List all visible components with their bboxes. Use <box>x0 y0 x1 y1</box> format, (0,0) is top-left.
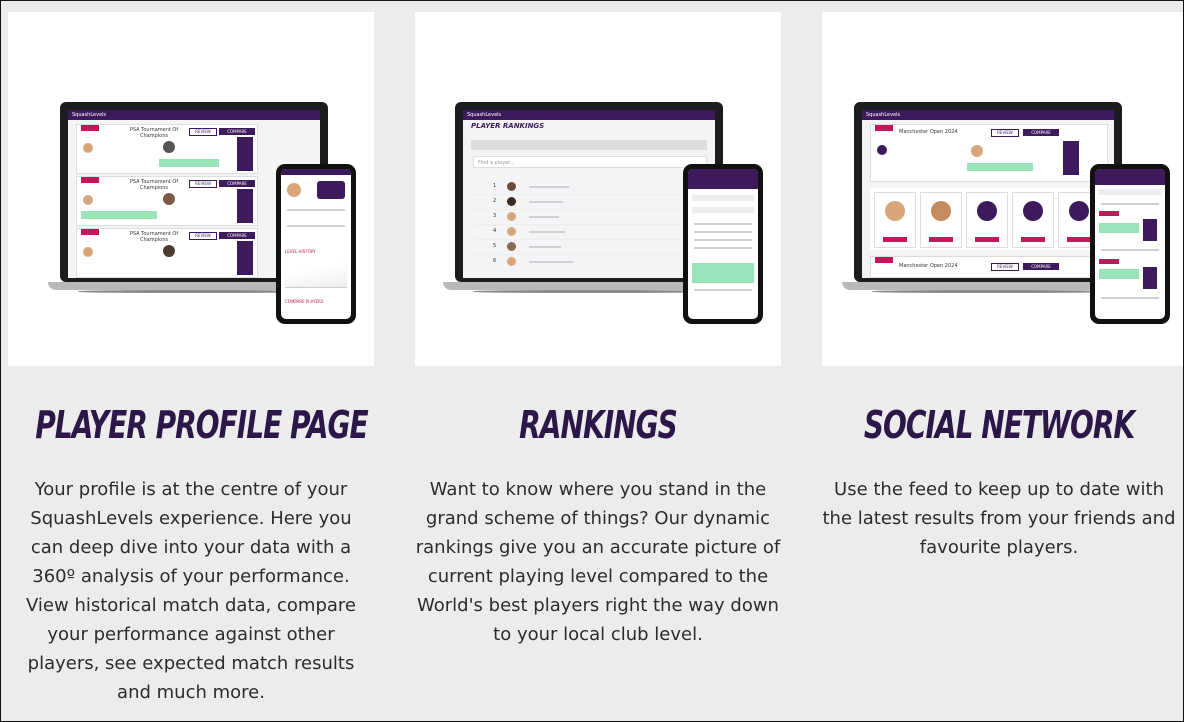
rankings-screenshot: SquashLevels PLAYER RANKINGS Find a play… <box>415 12 781 366</box>
laptop-screen: SquashLevels PLAYER RANKINGS Find a play… <box>463 110 715 278</box>
player-suggestion-card[interactable] <box>874 192 916 248</box>
review-button[interactable]: REVIEW <box>991 263 1019 271</box>
phone-mockup <box>1090 164 1170 324</box>
compare-button[interactable]: COMPARE <box>219 232 255 239</box>
rank-number: 2 <box>493 198 497 204</box>
laptop-screen: SquashLevels Manchester Open 2024 REVIEW… <box>862 110 1114 278</box>
match-card[interactable]: PSA Tournament Of Champions REVIEW COMPA… <box>76 228 258 278</box>
review-button[interactable]: REVIEW <box>991 129 1019 137</box>
phone-screen <box>1095 169 1165 319</box>
compare-button[interactable]: COMPARE <box>219 128 255 135</box>
feed-card[interactable]: Manchester Open 2024 REVIEW COMPARE <box>870 256 1108 278</box>
phone-mockup <box>683 164 763 324</box>
compare-button[interactable]: COMPARE <box>1023 129 1059 136</box>
player-suggestion-card[interactable] <box>920 192 962 248</box>
rank-number: 5 <box>493 243 497 249</box>
social-network-column: SOCIAL NETWORK Use the feed to keep up t… <box>813 393 1183 562</box>
phone-mockup: LEVEL HISTORY COMPARE PLAYERS <box>276 164 356 324</box>
rank-number: 1 <box>493 183 497 189</box>
social-network-screenshot: SquashLevels Manchester Open 2024 REVIEW… <box>822 12 1183 366</box>
rankings-table: 1 2 3 4 5 6 <box>473 180 707 269</box>
card-title: PSA Tournament Of Champions <box>129 127 179 139</box>
rankings-description: Want to know where you stand in the gran… <box>415 479 781 645</box>
feed-card[interactable]: Manchester Open 2024 REVIEW COMPARE <box>870 124 1108 182</box>
review-button[interactable]: REVIEW <box>189 128 217 136</box>
review-button[interactable]: REVIEW <box>189 180 217 188</box>
player-profile-column: PLAYER PROFILE PAGE Your profile is at t… <box>1 393 381 707</box>
match-card[interactable]: PSA Tournament Of Champions REVIEW COMPA… <box>76 124 258 174</box>
rank-number: 6 <box>493 258 497 264</box>
rank-number: 3 <box>493 213 497 219</box>
player-suggestion-card[interactable] <box>1012 192 1054 248</box>
compare-players-label: COMPARE PLAYERS <box>285 299 324 304</box>
player-profile-heading: PLAYER PROFILE PAGE <box>35 403 368 447</box>
level-history-label: LEVEL HISTORY <box>285 249 316 254</box>
rankings-page-title: PLAYER RANKINGS <box>471 122 545 130</box>
card-title: PSA Tournament Of Champions <box>129 231 179 243</box>
app-logo: SquashLevels <box>866 112 901 118</box>
rankings-heading: RANKINGS <box>519 403 678 447</box>
ranking-row[interactable]: 1 <box>473 180 707 195</box>
player-profile-screenshot: SquashLevels PSA Tournament Of Champions… <box>8 12 374 366</box>
phone-screen <box>688 169 758 319</box>
features-section: SquashLevels PSA Tournament Of Champions… <box>0 0 1184 722</box>
event-title: Manchester Open 2024 <box>899 263 958 269</box>
ranking-row[interactable]: 3 <box>473 210 707 225</box>
app-logo: SquashLevels <box>72 112 107 118</box>
ranking-row[interactable]: 2 <box>473 195 707 210</box>
compare-button[interactable]: COMPARE <box>219 180 255 187</box>
ranking-row[interactable]: 4 <box>473 225 707 240</box>
card-title: PSA Tournament Of Champions <box>129 179 179 191</box>
rank-number: 4 <box>493 228 497 234</box>
suggested-players <box>870 188 1106 250</box>
player-search-input[interactable]: Find a player... <box>473 156 707 168</box>
social-network-heading: SOCIAL NETWORK <box>863 403 1135 447</box>
ranking-row[interactable]: 6 <box>473 255 707 269</box>
player-suggestion-card[interactable] <box>966 192 1008 248</box>
compare-button[interactable]: COMPARE <box>1023 263 1059 270</box>
match-card[interactable]: PSA Tournament Of Champions REVIEW COMPA… <box>76 176 258 226</box>
ranking-row[interactable]: 5 <box>473 240 707 255</box>
phone-screen: LEVEL HISTORY COMPARE PLAYERS <box>281 169 351 319</box>
player-profile-description: Your profile is at the centre of your Sq… <box>26 479 356 703</box>
review-button[interactable]: REVIEW <box>189 232 217 240</box>
app-logo: SquashLevels <box>467 112 502 118</box>
social-network-description: Use the feed to keep up to date with the… <box>822 479 1176 558</box>
rankings-column: RANKINGS Want to know where you stand in… <box>401 393 795 649</box>
event-title: Manchester Open 2024 <box>899 129 958 135</box>
